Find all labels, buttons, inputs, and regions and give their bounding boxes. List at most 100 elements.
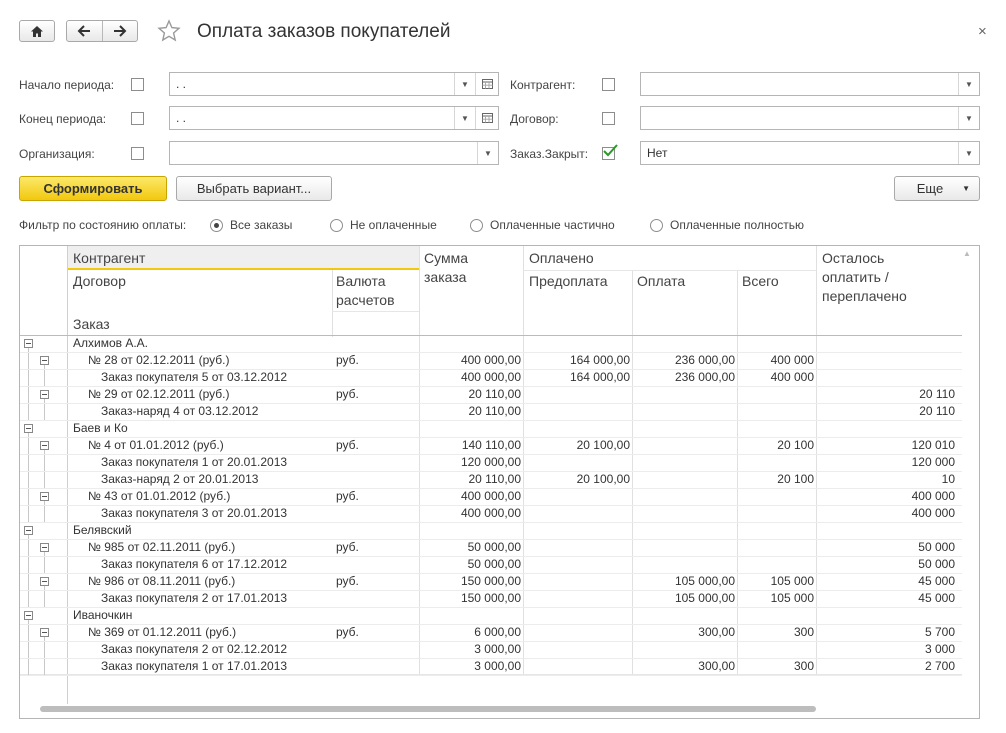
contract-row[interactable]: № 28 от 02.12.2011 (руб.) руб. 400 000,00 1… [20, 352, 962, 369]
period-start-label: Начало периода: [19, 78, 115, 92]
cell-name: № 29 от 02.12.2011 (руб.) [88, 387, 230, 401]
radio-all-orders[interactable]: Все заказы [210, 218, 292, 232]
cell-total [738, 556, 814, 573]
group-row[interactable]: Иваночкин [20, 607, 962, 624]
group-row[interactable]: Алхимов А.А. [20, 335, 962, 352]
cell-order-sum: 400 000,00 [460, 353, 521, 367]
header-currency: Валюта расчетов [336, 273, 395, 308]
cell-order-sum: 3 000,00 [474, 659, 521, 673]
period-start-checkbox[interactable] [131, 78, 144, 91]
favorite-star[interactable] [157, 19, 181, 46]
cell-payment [633, 522, 735, 539]
header-prepayment: Предоплата [529, 273, 608, 289]
contract-field[interactable]: ▼ [640, 106, 980, 130]
contract-row[interactable]: № 369 от 01.12.2011 (руб.) руб. 6 000,00 30… [20, 624, 962, 641]
order-row[interactable]: Заказ покупателя 1 от 20.01.2013 120 000,… [20, 454, 962, 471]
chevron-down-icon: ▼ [962, 184, 970, 193]
organization-field[interactable]: ▼ [169, 141, 499, 165]
cell-prepayment: 20 100,00 [576, 438, 630, 452]
header-order-sum: Сумма заказа [424, 250, 468, 285]
cell-remaining: 3 000 [924, 642, 955, 656]
chevron-down-icon[interactable]: ▼ [958, 142, 979, 164]
order-row[interactable]: Заказ-наряд 4 от 03.12.2012 20 110,00 20 1… [20, 403, 962, 420]
cell-prepayment: 20 100,00 [576, 472, 630, 486]
header-payment: Оплата [637, 273, 686, 289]
chevron-down-icon[interactable]: ▼ [454, 107, 475, 129]
radio-partially-paid[interactable]: Оплаченные частично [470, 218, 615, 232]
cell-total [738, 454, 814, 471]
cell-remaining: 50 000 [918, 557, 955, 571]
cell-remaining [817, 420, 955, 437]
cell-prepayment [524, 522, 630, 539]
order-closed-checkbox[interactable] [602, 144, 618, 160]
payment-filter-label: Фильтр по состоянию оплаты: [19, 218, 187, 232]
period-end-checkbox[interactable] [131, 112, 144, 125]
radio-unpaid[interactable]: Не оплаченные [330, 218, 437, 232]
cell-currency: руб. [336, 489, 359, 503]
back-button[interactable] [67, 21, 103, 41]
choose-variant-button[interactable]: Выбрать вариант... [176, 176, 332, 201]
cell-remaining: 120 010 [911, 438, 955, 452]
report-table[interactable]: Контрагент Договор Валюта расчетов Заказ… [19, 245, 980, 719]
cell-total [738, 420, 814, 437]
cell-currency [336, 607, 416, 624]
order-row[interactable]: Заказ покупателя 2 от 17.01.2013 150 000,… [20, 590, 962, 607]
period-end-field[interactable]: . . ▼ [169, 106, 499, 130]
home-button[interactable] [19, 20, 55, 42]
contract-row[interactable]: № 4 от 01.01.2012 (руб.) руб. 140 110,00 20… [20, 437, 962, 454]
order-row[interactable]: Заказ покупателя 3 от 20.01.2013 400 000,… [20, 505, 962, 522]
cell-currency [336, 522, 416, 539]
generate-button[interactable]: Сформировать [19, 176, 167, 201]
order-closed-field[interactable]: Нет ▼ [640, 141, 980, 165]
cell-remaining: 2 700 [924, 659, 955, 673]
period-start-field[interactable]: . . ▼ [169, 72, 499, 96]
order-row[interactable]: Заказ-наряд 2 от 20.01.2013 20 110,00 20 1… [20, 471, 962, 488]
horizontal-scrollbar[interactable] [40, 706, 816, 712]
cell-currency: руб. [336, 540, 359, 554]
cell-remaining: 400 000 [911, 489, 955, 503]
cell-name: Заказ покупателя 1 от 20.01.2013 [101, 455, 288, 469]
contract-row[interactable]: № 986 от 08.11.2011 (руб.) руб. 150 000,00… [20, 573, 962, 590]
cell-name: № 986 от 08.11.2011 (руб.) [88, 574, 236, 588]
chevron-down-icon[interactable]: ▼ [958, 107, 979, 129]
order-row[interactable]: Заказ покупателя 1 от 17.01.2013 3 000,00… [20, 658, 962, 675]
order-row[interactable]: Заказ покупателя 6 от 17.12.2012 50 000,0… [20, 556, 962, 573]
scroll-up-arrow-icon[interactable]: ▲ [960, 249, 974, 265]
counterparty-label: Контрагент: [510, 78, 576, 92]
group-row[interactable]: Баев и Ко [20, 420, 962, 437]
contract-checkbox[interactable] [602, 112, 615, 125]
cell-payment [633, 556, 735, 573]
order-row[interactable]: Заказ покупателя 5 от 03.12.2012 400 000,… [20, 369, 962, 386]
cell-name: Заказ покупателя 2 от 02.12.2012 [101, 642, 288, 656]
cell-total: 400 000 [770, 370, 814, 384]
chevron-down-icon[interactable]: ▼ [454, 73, 475, 95]
counterparty-field[interactable]: ▼ [640, 72, 980, 96]
order-row[interactable]: Заказ покупателя 2 от 02.12.2012 3 000,00… [20, 641, 962, 658]
cell-currency: руб. [336, 574, 359, 588]
contract-row[interactable]: № 43 от 01.01.2012 (руб.) руб. 400 000,00 4… [20, 488, 962, 505]
cell-name: Баев и Ко [73, 421, 128, 435]
cell-payment: 236 000,00 [674, 370, 735, 384]
cell-remaining: 20 110 [919, 404, 955, 418]
group-row[interactable]: Белявский [20, 522, 962, 539]
calendar-icon[interactable] [475, 73, 498, 95]
radio-fully-paid[interactable]: Оплаченные полностью [650, 218, 804, 232]
organization-checkbox[interactable] [131, 147, 144, 160]
forward-button[interactable] [103, 21, 138, 41]
contract-row[interactable]: № 29 от 02.12.2011 (руб.) руб. 20 110,00 20… [20, 386, 962, 403]
counterparty-checkbox[interactable] [602, 78, 615, 91]
cell-total: 20 100 [777, 472, 814, 486]
cell-prepayment: 164 000,00 [569, 353, 630, 367]
cell-remaining: 120 000 [911, 455, 955, 469]
close-icon[interactable]: × [978, 23, 987, 40]
chevron-down-icon[interactable]: ▼ [958, 73, 979, 95]
contract-row[interactable]: № 985 от 02.11.2011 (руб.) руб. 50 000,00 5… [20, 539, 962, 556]
chevron-down-icon[interactable]: ▼ [477, 142, 498, 164]
cell-total [738, 607, 814, 624]
cell-currency: руб. [336, 625, 359, 639]
calendar-icon[interactable] [475, 107, 498, 129]
more-button[interactable]: Еще ▼ [894, 176, 980, 201]
cell-name: Заказ-наряд 4 от 03.12.2012 [101, 404, 259, 418]
cell-total: 105 000 [770, 574, 814, 588]
cell-remaining [817, 522, 955, 539]
